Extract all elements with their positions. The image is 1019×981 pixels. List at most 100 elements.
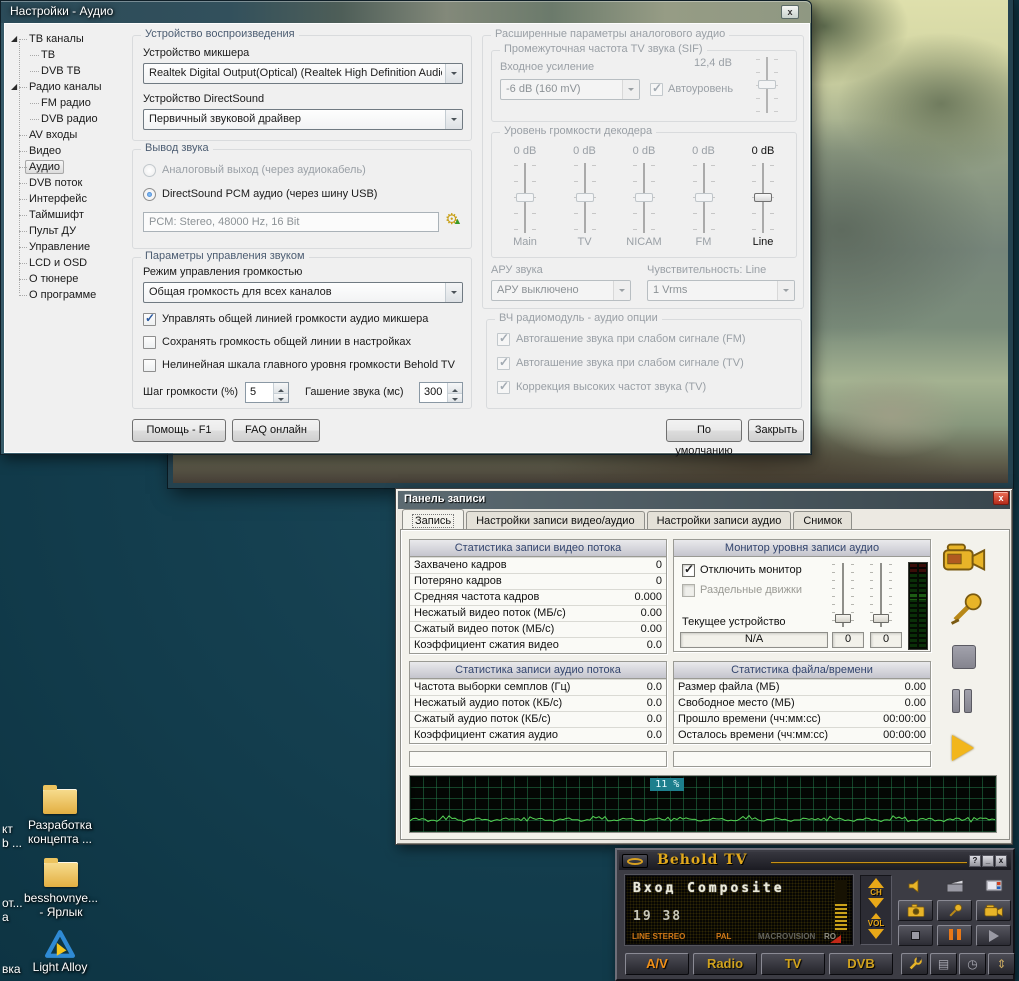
tab-snapshot[interactable]: Снимок	[793, 511, 852, 529]
play-button[interactable]	[976, 925, 1011, 946]
app-menu-button[interactable]	[622, 854, 648, 868]
spin-down-icon[interactable]	[274, 393, 288, 403]
sidebar-item-dvb-тв[interactable]: DVB ТВ	[8, 63, 130, 79]
sidebar-item-fm-радио[interactable]: FM радио	[8, 95, 130, 111]
volume-down-button[interactable]	[868, 929, 884, 939]
sif-level-slider[interactable]	[756, 56, 778, 114]
sidebar-item-lcd-и-osd[interactable]: LCD и OSD	[8, 255, 130, 271]
desktop-icon-folder[interactable]: Разработкаконцепта ...	[18, 789, 102, 846]
volume-mode-select[interactable]: Общая громкость для всех каналов	[143, 282, 463, 303]
spin-down-icon[interactable]	[448, 393, 462, 403]
stop-button[interactable]	[898, 925, 933, 946]
audio-record-button[interactable]	[937, 900, 972, 921]
video-record-button[interactable]	[976, 900, 1011, 921]
rf-treble-checkbox[interactable]	[497, 381, 510, 394]
mode-av-button[interactable]: A/V	[625, 953, 689, 975]
record-audio-button[interactable]	[948, 591, 984, 632]
pause-button[interactable]	[937, 925, 972, 946]
recorder-titlebar[interactable]: Панель записи	[398, 491, 1010, 509]
sensitivity-select[interactable]: 1 Vrms	[647, 280, 795, 301]
pcm-settings-icon[interactable]: ⚙▲	[445, 210, 458, 228]
mode-radio-button[interactable]: Radio	[693, 953, 757, 975]
disable-monitor-checkbox[interactable]	[682, 564, 695, 577]
directsound-device-select[interactable]: Первичный звуковой драйвер	[143, 109, 463, 130]
sidebar-item-аудио[interactable]: Аудио	[8, 159, 130, 175]
chevron-down-icon[interactable]	[445, 64, 462, 83]
desktop-icon-light-alloy[interactable]: Light Alloy	[18, 930, 102, 974]
close-icon[interactable]: x	[781, 5, 799, 19]
sidebar-item-о-тюнере[interactable]: О тюнере	[8, 271, 130, 287]
autolevel-checkbox[interactable]	[650, 83, 663, 96]
record-level-slider-right[interactable]	[870, 562, 892, 630]
play-button[interactable]	[952, 735, 974, 761]
slider-thumb[interactable]	[758, 80, 776, 89]
snapshot-button[interactable]	[898, 900, 933, 921]
recorder-panel-button[interactable]: ▤	[930, 953, 957, 975]
mute-time-spinner[interactable]: 300	[419, 382, 463, 403]
sidebar-item-интерфейс[interactable]: Интерфейс	[8, 191, 130, 207]
tab-video-audio-settings[interactable]: Настройки записи видео/аудио	[466, 511, 644, 529]
sidebar-item-тв-каналы[interactable]: ◢ТВ каналы	[8, 31, 130, 47]
slider-thumb[interactable]	[695, 193, 713, 202]
sidebar-item-av-входы[interactable]: AV входы	[8, 127, 130, 143]
desktop-icon-folder-shortcut[interactable]: besshovnye...- Ярлык	[13, 862, 109, 919]
pcm-output-radio[interactable]	[143, 188, 156, 201]
scheduler-button[interactable]: ◷	[959, 953, 986, 975]
mode-dvb-button[interactable]: DVB	[829, 953, 893, 975]
agc-select[interactable]: АРУ выключено	[491, 280, 631, 301]
minimize-icon[interactable]: _	[982, 855, 994, 867]
faq-online-button[interactable]: FAQ онлайн	[232, 419, 320, 442]
tab-audio-settings[interactable]: Настройки записи аудио	[647, 511, 792, 529]
slider-track[interactable]	[514, 162, 536, 234]
skin-titlebar[interactable]: Behold TV ? _ x	[619, 852, 1011, 870]
slider-track[interactable]	[633, 162, 655, 234]
nonlinear-scale-checkbox[interactable]	[143, 359, 156, 372]
mixer-master-checkbox[interactable]	[143, 313, 156, 326]
sidebar-item-о-программе[interactable]: О программе	[8, 287, 130, 303]
channel-updown-button[interactable]: ⇕	[988, 953, 1015, 975]
mute-button[interactable]	[898, 875, 933, 896]
rf-mute-fm-checkbox[interactable]	[497, 333, 510, 346]
slider-thumb[interactable]	[754, 193, 772, 202]
close-button[interactable]: Закрыть	[748, 419, 804, 442]
help-icon[interactable]: ?	[969, 855, 981, 867]
pause-button[interactable]	[952, 689, 976, 718]
separate-sliders-checkbox[interactable]	[682, 584, 695, 597]
video-source-button[interactable]	[937, 875, 972, 896]
expanded-node-icon[interactable]: ◢	[11, 79, 17, 95]
slider-thumb[interactable]	[873, 614, 889, 623]
help-button[interactable]: Помощь - F1	[132, 419, 226, 442]
channel-up-button[interactable]	[868, 878, 884, 888]
input-gain-select[interactable]: -6 dB (160 mV)	[500, 79, 640, 100]
slider-track[interactable]	[752, 162, 774, 234]
chevron-down-icon[interactable]	[445, 283, 462, 302]
spin-up-icon[interactable]	[448, 383, 462, 393]
slider-thumb[interactable]	[635, 193, 653, 202]
volume-step-spinner[interactable]: 5	[245, 382, 289, 403]
sidebar-item-видео[interactable]: Видео	[8, 143, 130, 159]
chevron-down-icon[interactable]	[445, 110, 462, 129]
record-video-button[interactable]	[942, 541, 988, 580]
sidebar-item-dvb-радио[interactable]: DVB радио	[8, 111, 130, 127]
sidebar-item-радио-каналы[interactable]: ◢Радио каналы	[8, 79, 130, 95]
defaults-button[interactable]: По умолчанию	[666, 419, 742, 442]
channel-down-button[interactable]	[868, 898, 884, 908]
spin-up-icon[interactable]	[274, 383, 288, 393]
slider-track[interactable]	[693, 162, 715, 234]
sidebar-item-тв[interactable]: ТВ	[8, 47, 130, 63]
sidebar-item-таймшифт[interactable]: Таймшифт	[8, 207, 130, 223]
settings-button[interactable]	[901, 953, 928, 975]
mode-tv-button[interactable]: TV	[761, 953, 825, 975]
sidebar-item-dvb-поток[interactable]: DVB поток	[8, 175, 130, 191]
expanded-node-icon[interactable]: ◢	[11, 31, 17, 47]
close-icon[interactable]: x	[993, 491, 1009, 505]
mixer-device-select[interactable]: Realtek Digital Output(Optical) (Realtek…	[143, 63, 463, 84]
save-volume-checkbox[interactable]	[143, 336, 156, 349]
settings-titlebar[interactable]: Настройки - Аудио x	[1, 1, 811, 23]
tab-record[interactable]: Запись	[402, 509, 464, 529]
slider-thumb[interactable]	[516, 193, 534, 202]
display-mode-button[interactable]	[976, 875, 1011, 896]
sidebar-item-управление[interactable]: Управление	[8, 239, 130, 255]
sidebar-item-пульт-ду[interactable]: Пульт ДУ	[8, 223, 130, 239]
slider-thumb[interactable]	[576, 193, 594, 202]
